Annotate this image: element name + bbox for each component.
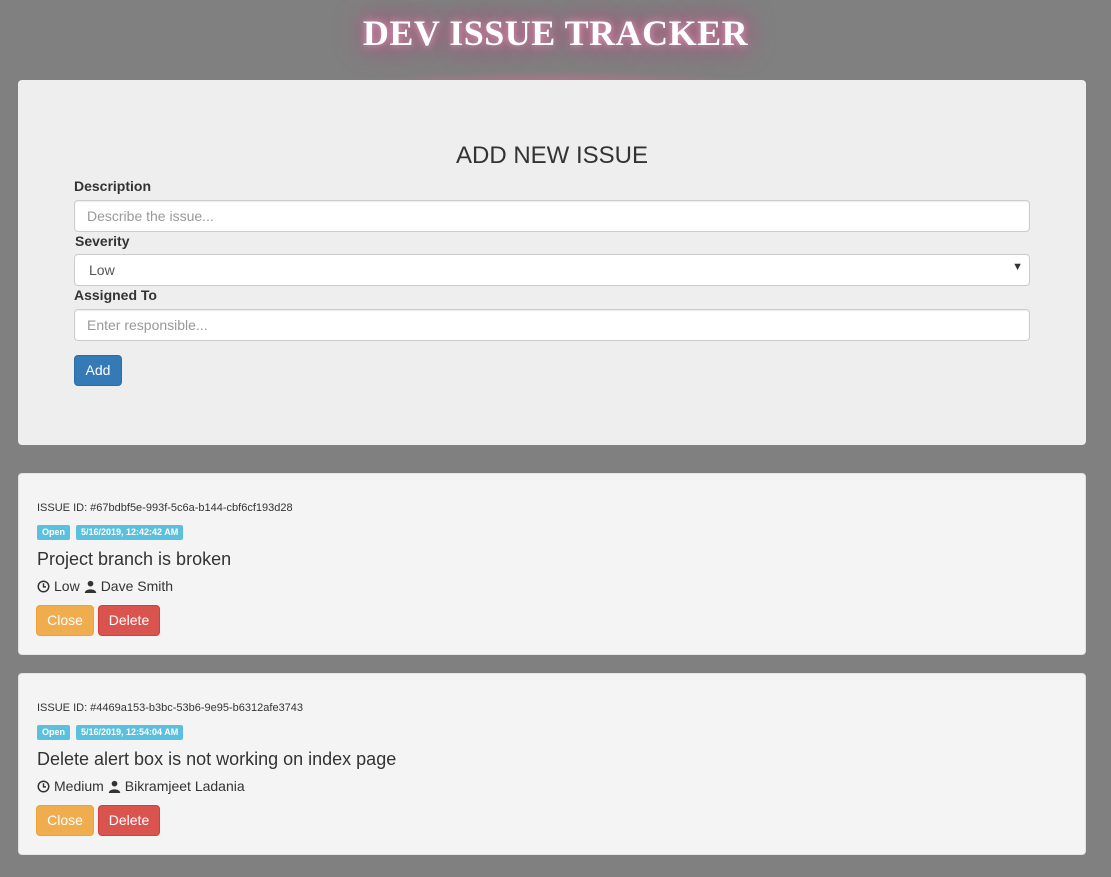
issue-card: ISSUE ID: #4469a153-b3bc-53b6-9e95-b6312…	[18, 673, 1086, 855]
status-badge: Open	[37, 525, 71, 540]
delete-button[interactable]: Delete	[98, 805, 160, 836]
add-button[interactable]: Add	[74, 355, 122, 386]
clock-icon	[37, 579, 50, 593]
issue-id: ISSUE ID: #67bdbf5e-993f-5c6a-b144-cbf6c…	[37, 502, 293, 514]
chevron-down-icon: ▼	[1012, 261, 1023, 273]
assignee-value: Dave Smith	[100, 578, 174, 594]
assignee-value: Bikramjeet Ladania	[124, 778, 245, 794]
close-button[interactable]: Close	[36, 805, 94, 836]
status-badge: Open	[37, 725, 71, 740]
issue-description: Delete alert box is not working on index…	[37, 749, 397, 769]
issue-card: ISSUE ID: #67bdbf5e-993f-5c6a-b144-cbf6c…	[18, 473, 1086, 655]
timestamp-badge: 5/16/2019, 12:54:04 AM	[76, 725, 184, 740]
user-icon	[108, 780, 120, 793]
issue-description: Project branch is broken	[37, 549, 232, 569]
clock-icon	[37, 779, 50, 793]
severity-selected-value: Low	[89, 262, 115, 278]
issue-meta: Low Dave Smith	[37, 578, 173, 594]
delete-button[interactable]: Delete	[98, 605, 160, 636]
severity-label: Severity	[75, 233, 130, 249]
assigned-to-label: Assigned To	[74, 287, 157, 303]
severity-value: Medium	[54, 778, 104, 794]
timestamp-badge: 5/16/2019, 12:42:42 AM	[76, 525, 184, 540]
assigned-to-input[interactable]	[74, 309, 1030, 341]
add-issue-form: ADD NEW ISSUE Description Severity Low ▼…	[18, 80, 1086, 445]
description-input[interactable]	[74, 200, 1030, 232]
issue-meta: Medium Bikramjeet Ladania	[37, 778, 245, 794]
severity-value: Low	[54, 578, 80, 594]
user-icon	[84, 580, 96, 593]
issue-id: ISSUE ID: #4469a153-b3bc-53b6-9e95-b6312…	[37, 702, 304, 714]
app-title: DEV ISSUE TRACKER	[362, 13, 749, 53]
form-heading: ADD NEW ISSUE	[455, 142, 649, 169]
description-label: Description	[74, 178, 152, 194]
close-button[interactable]: Close	[36, 605, 94, 636]
severity-select[interactable]: Low ▼	[74, 254, 1030, 286]
